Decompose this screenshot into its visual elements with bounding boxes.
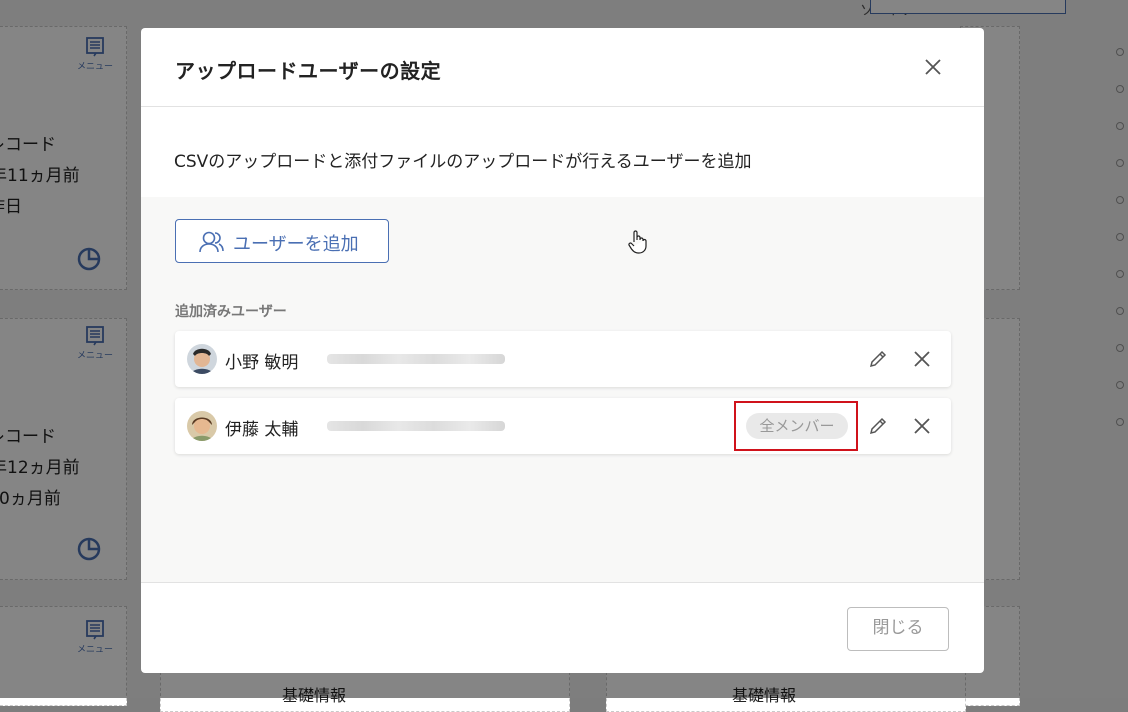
added-users-label: 追加済みユーザー bbox=[175, 304, 287, 320]
user-email-blurred bbox=[327, 354, 505, 364]
close-icon[interactable] bbox=[922, 56, 944, 78]
user-row: 伊藤 太輔 全メンバー bbox=[175, 398, 951, 454]
user-name: 小野 敏明 bbox=[225, 353, 299, 373]
modal-body: ユーザーを追加 追加済みユーザー 小野 敏明 伊藤 太輔 全メンバー bbox=[141, 197, 984, 582]
close-button[interactable]: 閉じる bbox=[847, 607, 949, 651]
close-icon[interactable] bbox=[912, 416, 932, 436]
modal-footer: 閉じる bbox=[141, 582, 984, 673]
avatar bbox=[187, 411, 217, 441]
modal-description: CSVのアップロードと添付ファイルのアップロードが行えるユーザーを追加 bbox=[174, 152, 752, 172]
modal-title: アップロードユーザーの設定 bbox=[175, 59, 442, 83]
all-members-badge: 全メンバー bbox=[746, 413, 848, 439]
add-user-button[interactable]: ユーザーを追加 bbox=[175, 219, 389, 263]
user-name: 伊藤 太輔 bbox=[225, 420, 299, 440]
pencil-icon[interactable] bbox=[867, 415, 889, 437]
users-icon bbox=[199, 231, 224, 253]
hand-cursor-icon bbox=[628, 230, 647, 254]
add-user-label: ユーザーを追加 bbox=[233, 234, 359, 255]
user-email-blurred bbox=[327, 421, 505, 431]
pencil-icon[interactable] bbox=[867, 348, 889, 370]
modal-header: アップロードユーザーの設定 bbox=[141, 28, 984, 107]
close-icon[interactable] bbox=[912, 349, 932, 369]
upload-user-settings-modal: アップロードユーザーの設定 CSVのアップロードと添付ファイルのアップロードが行… bbox=[141, 28, 984, 673]
avatar bbox=[187, 344, 217, 374]
user-row: 小野 敏明 bbox=[175, 331, 951, 387]
